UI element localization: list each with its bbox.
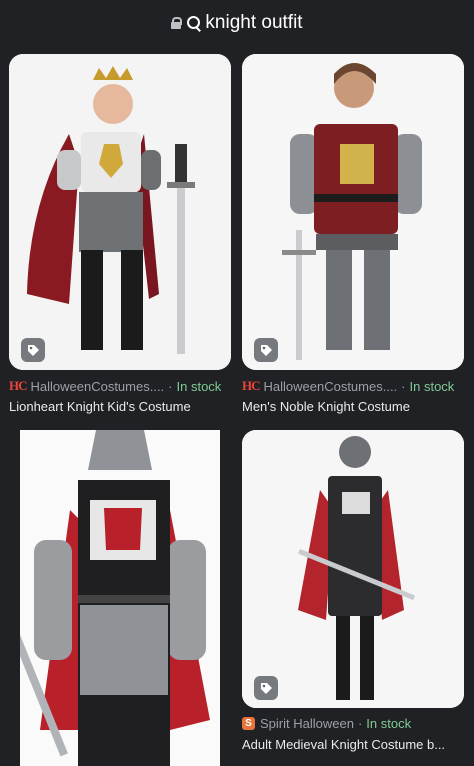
shopping-tag-icon[interactable] — [254, 338, 278, 362]
noble-knight-illustration — [242, 54, 464, 370]
source-name: Spirit Halloween — [260, 716, 354, 731]
result-source: HC HalloweenCostumes.... · In stock — [242, 378, 455, 394]
medieval-knight-illustration — [242, 430, 464, 708]
product-image-crusader-knight[interactable] — [20, 430, 220, 766]
stock-status: In stock — [366, 716, 412, 731]
shopping-tag-icon[interactable] — [254, 676, 278, 700]
source-name: HalloweenCostumes.... — [30, 378, 165, 394]
product-title[interactable]: Lionheart Knight Kid's Costume — [9, 399, 234, 414]
stock-status: In stock — [176, 378, 222, 394]
stock-status: In stock — [409, 378, 455, 394]
product-image-noble-knight[interactable] — [242, 54, 464, 370]
url-display[interactable]: knight outfit — [171, 12, 303, 34]
spirit-halloween-logo-icon: S — [242, 717, 255, 730]
halloweencostumes-logo-icon: HC — [242, 378, 260, 393]
source-name: HalloweenCostumes.... — [263, 378, 398, 394]
shopping-tag-icon[interactable] — [21, 338, 45, 362]
product-image-lionheart-kid[interactable] — [9, 54, 231, 370]
search-icon — [187, 16, 202, 32]
crusader-knight-illustration — [20, 430, 220, 766]
result-source: S Spirit Halloween · In stock — [242, 716, 411, 731]
product-title[interactable]: Men's Noble Knight Costume — [242, 399, 467, 414]
address-bar[interactable]: knight outfit — [0, 0, 474, 46]
product-image-medieval-knight[interactable] — [242, 430, 464, 708]
lock-icon — [171, 17, 183, 29]
knight-kid-illustration — [9, 54, 231, 370]
product-title[interactable]: Adult Medieval Knight Costume b... — [242, 737, 467, 752]
result-source: HC HalloweenCostumes.... · In stock — [9, 378, 222, 394]
halloweencostumes-logo-icon: HC — [9, 378, 27, 393]
search-query: knight outfit — [205, 12, 303, 33]
